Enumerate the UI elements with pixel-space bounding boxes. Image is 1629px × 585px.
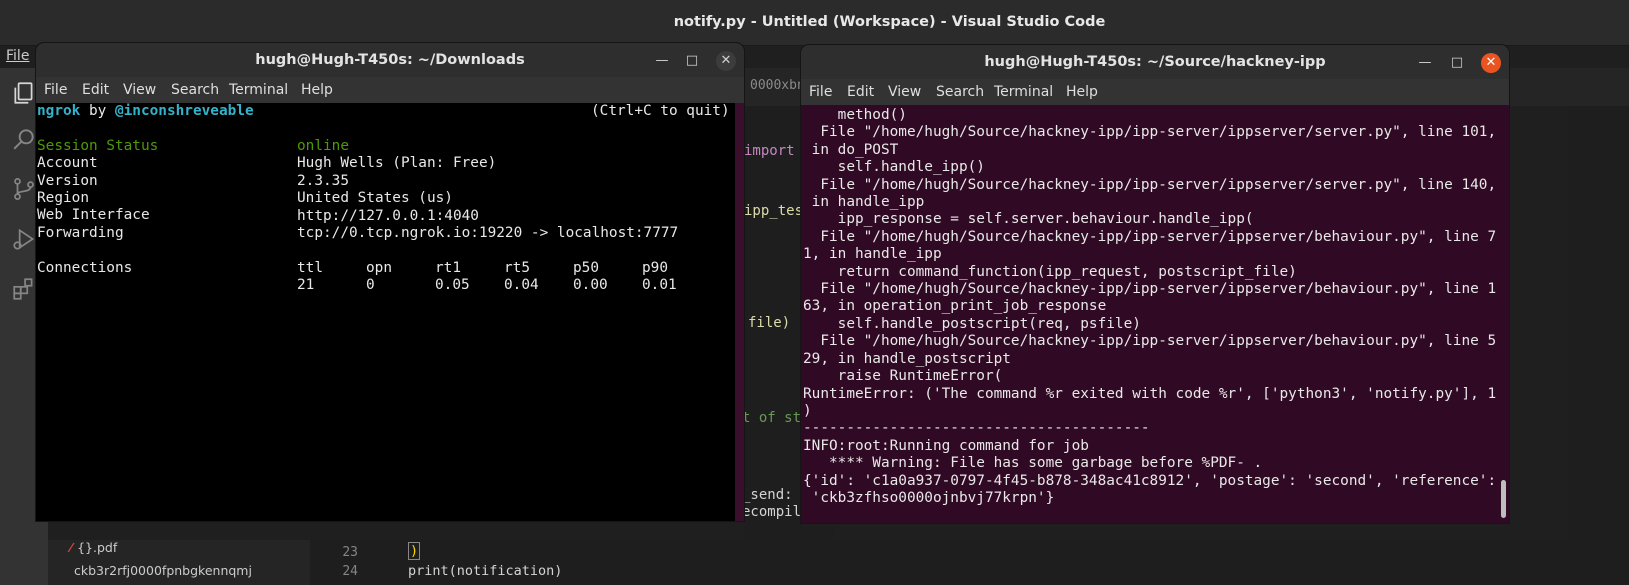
terminal-line: )	[803, 402, 812, 419]
vscode-title-bar: notify.py - Untitled (Workspace) - Visua…	[0, 0, 1629, 46]
source-control-icon[interactable]	[11, 176, 37, 202]
terminal-line: in handle_ipp	[803, 194, 925, 211]
menu-terminal[interactable]: Terminal	[229, 82, 288, 98]
terminal-window-ngrok[interactable]: hugh@Hugh-T450s: ~/Downloads — □ ✕ File …	[36, 43, 744, 521]
terminal-line: File "/home/hugh/Source/hackney-ipp/ipp-…	[803, 228, 1497, 245]
terminal-window-hackney-ipp[interactable]: hugh@Hugh-T450s: ~/Source/hackney-ipp — …	[801, 45, 1509, 523]
terminal-line: 1, in handle_ipp	[803, 246, 942, 263]
maximize-button[interactable]: □	[1447, 53, 1467, 73]
terminal-scrollbar[interactable]	[1501, 480, 1506, 518]
code-line: )	[408, 542, 421, 560]
minimize-button[interactable]: —	[652, 51, 672, 71]
code-fragment-file: file)	[748, 315, 791, 331]
menu-search[interactable]: Search	[936, 84, 984, 100]
terminal-output-traceback[interactable]: method() File "/home/hugh/Source/hackney…	[801, 107, 1509, 523]
terminal-title: hugh@Hugh-T450s: ~/Downloads	[255, 52, 525, 68]
code-fragment-send: _send:	[742, 487, 793, 503]
menu-help[interactable]: Help	[1066, 84, 1098, 100]
maximize-button[interactable]: □	[682, 51, 702, 71]
terminal-line: File "/home/hugh/Source/hackney-ipp/ipp-…	[803, 333, 1497, 350]
menu-view[interactable]: View	[888, 84, 921, 100]
run-debug-icon[interactable]	[11, 226, 37, 252]
extensions-icon[interactable]	[11, 276, 37, 302]
terminal-line: in do_POST	[803, 141, 899, 158]
line-number: 24	[342, 564, 358, 579]
terminal-titlebar[interactable]: hugh@Hugh-T450s: ~/Source/hackney-ipp — …	[801, 45, 1509, 79]
terminal-line: method()	[803, 107, 907, 123]
terminal-line: File "/home/hugh/Source/hackney-ipp/ipp-…	[803, 124, 1497, 141]
pdf-file-icon: ⁄	[70, 540, 73, 555]
menu-edit[interactable]: Edit	[82, 82, 109, 98]
quit-hint: (Ctrl+C to quit)	[591, 103, 730, 119]
vscode-menu-file[interactable]: File	[0, 46, 38, 68]
menu-view[interactable]: View	[123, 82, 156, 98]
terminal-edge-strip	[735, 103, 744, 521]
code-line: print(notification)	[408, 563, 563, 579]
close-button[interactable]: ✕	[716, 51, 736, 71]
terminal-line: 'ckb3zfhso0000ojnbvj77krpn'}	[803, 489, 1055, 506]
terminal-line: File "/home/hugh/Source/hackney-ipp/ipp-…	[803, 176, 1497, 193]
terminal-line: self.handle_ipp()	[803, 159, 985, 176]
connections-label: Connections	[37, 259, 133, 276]
explorer-icon[interactable]	[11, 80, 37, 106]
terminal-line: ----------------------------------------	[803, 420, 1150, 437]
menu-file[interactable]: File	[44, 82, 67, 98]
terminal-line: **** Warning: File has some garbage befo…	[803, 455, 1263, 472]
terminal-line: raise RuntimeError(	[803, 368, 1003, 385]
search-icon[interactable]	[11, 126, 37, 152]
terminal-title: hugh@Hugh-T450s: ~/Source/hackney-ipp	[984, 54, 1326, 70]
vscode-window-title: notify.py - Untitled (Workspace) - Visua…	[673, 14, 1106, 30]
terminal-line: {'id': 'c1a0a937-0797-4f45-b878-348ac41c…	[803, 472, 1497, 489]
terminal-line: 63, in operation_print_job_response	[803, 298, 1107, 315]
menu-search[interactable]: Search	[171, 82, 219, 98]
terminal-line: self.handle_postscript(req, psfile)	[803, 315, 1141, 332]
line-number: 23	[342, 545, 358, 560]
close-button[interactable]: ✕	[1481, 53, 1501, 73]
ngrok-author: @inconshreveable	[114, 103, 254, 119]
terminal-titlebar[interactable]: hugh@Hugh-T450s: ~/Downloads — □ ✕	[36, 43, 744, 77]
session-status-value: online	[297, 138, 349, 154]
terminal-menubar: File Edit View Search Terminal Help	[36, 77, 744, 103]
code-fragment-compile: ecompile	[742, 504, 810, 520]
menu-edit[interactable]: Edit	[847, 84, 874, 100]
forwarding-value: tcp://0.tcp.ngrok.io:19220 -> localhost:…	[297, 225, 679, 242]
terminal-line: return command_function(ipp_request, pos…	[803, 263, 1297, 280]
connections-table: ttl opn rt1 rt5 p50 p90 21 0 0.05 0.04 0.00 0.01	[297, 260, 677, 294]
menu-file[interactable]: File	[809, 84, 832, 100]
ngrok-brand: ngrok	[37, 103, 81, 119]
terminal-line: RuntimeError: ('The command %r exited wi…	[803, 385, 1497, 402]
terminal-menubar: File Edit View Search Terminal Help	[801, 79, 1509, 105]
menu-terminal[interactable]: Terminal	[994, 84, 1053, 100]
terminal-line: 29, in handle_postscript	[803, 350, 1011, 367]
terminal-line: ipp_response = self.server.behaviour.han…	[803, 211, 1254, 228]
file-item-pdf[interactable]: ⁄ {}.pdf	[70, 540, 117, 555]
terminal-line: File "/home/hugh/Source/hackney-ipp/ipp-…	[803, 281, 1497, 298]
menu-help[interactable]: Help	[301, 82, 333, 98]
code-fragment-comment: t of st	[742, 410, 802, 426]
vscode-editor-right-strip	[1568, 106, 1629, 540]
file-item-folder[interactable]: ckb3r2rfj0000fpnbgkennqmj	[74, 563, 252, 578]
minimize-button[interactable]: —	[1415, 53, 1435, 73]
terminal-line: INFO:root:Running command for job	[803, 437, 1089, 454]
